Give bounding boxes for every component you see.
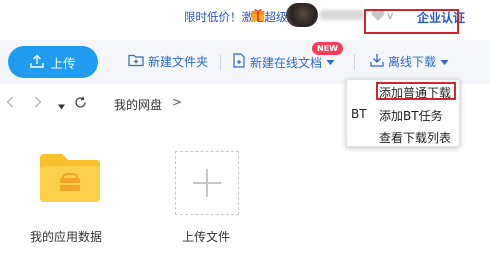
new-badge: NEW	[312, 42, 343, 55]
new-online-doc-button[interactable]: 新建在线文档	[232, 53, 335, 71]
menu-item-highlight	[376, 82, 456, 100]
nav-row: 我的网盘 >	[0, 90, 340, 116]
doc-plus-icon	[232, 53, 246, 71]
new-folder-button[interactable]: 新建文件夹	[128, 53, 208, 70]
upload-button[interactable]: 上传	[8, 46, 98, 78]
menu-item-view-download-list[interactable]: 查看下载列表	[379, 129, 451, 146]
upload-file-label: 上传文件	[182, 230, 231, 244]
username-blurred	[320, 10, 364, 20]
toolbar-divider	[354, 54, 355, 70]
caret-down-icon	[326, 55, 335, 69]
upload-file-tile[interactable]	[175, 151, 239, 215]
offline-download-label: 离线下载	[388, 55, 437, 69]
folder-icon[interactable]	[38, 152, 102, 204]
history-dropdown-icon[interactable]	[58, 99, 65, 113]
download-icon	[370, 53, 384, 70]
bt-prefix-label: BT	[351, 107, 367, 121]
menu-item-add-bt-task[interactable]: 添加BT任务	[379, 107, 443, 124]
toolbar-divider	[220, 54, 221, 70]
refresh-icon[interactable]	[74, 96, 87, 112]
toolbar: 上传 新建文件夹 新建在线文档 NEW 离线下载	[0, 40, 490, 84]
avatar[interactable]	[286, 3, 318, 27]
back-arrow-icon[interactable]	[6, 96, 14, 111]
file-name[interactable]: 我的应用数据	[30, 228, 102, 245]
new-folder-label: 新建文件夹	[148, 55, 209, 69]
breadcrumb[interactable]: 我的网盘	[114, 96, 162, 113]
new-online-doc-label: 新建在线文档	[250, 55, 323, 70]
folder-plus-icon	[128, 53, 144, 70]
gift-icon[interactable]	[251, 8, 265, 22]
plus-icon	[176, 169, 238, 217]
forward-arrow-icon[interactable]	[34, 96, 42, 111]
upload-button-label: 上传	[50, 55, 76, 71]
offline-download-button[interactable]: 离线下载	[370, 53, 449, 70]
caret-down-icon	[440, 55, 449, 69]
breadcrumb-separator: >	[172, 95, 183, 109]
offline-download-highlight	[364, 9, 459, 34]
upload-icon	[30, 54, 45, 71]
